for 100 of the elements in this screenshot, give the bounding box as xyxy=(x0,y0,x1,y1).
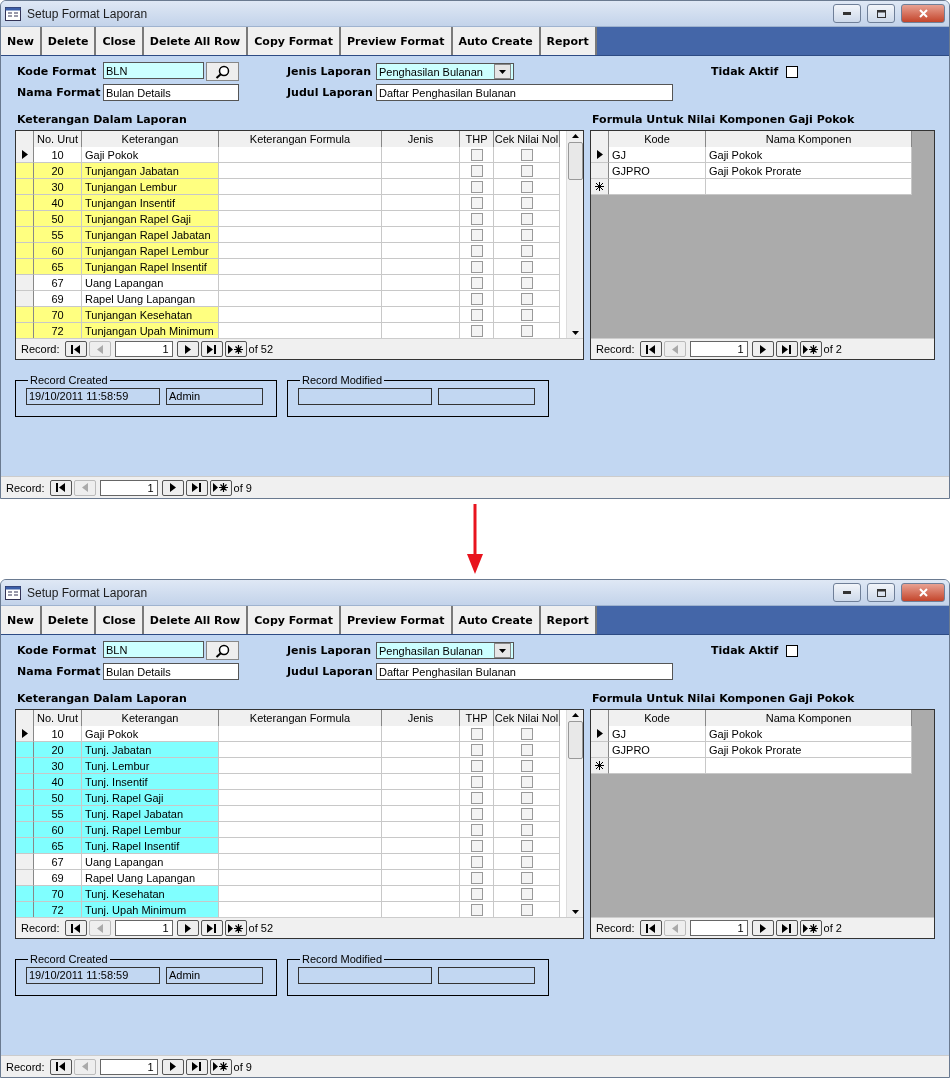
minimize-button[interactable] xyxy=(833,4,861,23)
checkbox[interactable] xyxy=(520,903,533,916)
toolbar-button[interactable]: Delete All Row xyxy=(143,606,249,634)
last-record-button[interactable] xyxy=(200,341,223,357)
record-number-field[interactable]: 1 xyxy=(99,479,158,496)
first-record-button[interactable] xyxy=(64,920,87,936)
checkbox[interactable] xyxy=(470,228,483,241)
toolbar-button[interactable]: Copy Format xyxy=(248,606,341,634)
new-record-button[interactable] xyxy=(209,1058,232,1075)
jenis-laporan-dropdown[interactable]: Penghasilan Bulanan xyxy=(376,642,514,659)
kode-format-field[interactable]: BLN xyxy=(103,641,204,658)
checkbox[interactable] xyxy=(520,276,533,289)
first-record-button[interactable] xyxy=(49,1058,72,1075)
toolbar-button[interactable]: Delete xyxy=(41,606,97,634)
checkbox[interactable] xyxy=(470,180,483,193)
close-button[interactable] xyxy=(901,583,945,602)
checkbox[interactable] xyxy=(470,871,483,884)
row-selector[interactable] xyxy=(591,179,609,195)
record-number-field[interactable]: 1 xyxy=(99,1058,158,1075)
next-record-button[interactable] xyxy=(161,479,184,496)
checkbox[interactable] xyxy=(470,260,483,273)
checkbox[interactable] xyxy=(470,807,483,820)
checkbox[interactable] xyxy=(470,903,483,916)
row-selector[interactable] xyxy=(591,147,609,163)
checkbox[interactable] xyxy=(520,871,533,884)
minimize-button[interactable] xyxy=(833,583,861,602)
judul-laporan-field[interactable]: Daftar Penghasilan Bulanan xyxy=(376,84,673,101)
record-number-field[interactable]: 1 xyxy=(689,341,748,357)
last-record-button[interactable] xyxy=(775,341,798,357)
last-record-button[interactable] xyxy=(775,920,798,936)
checkbox[interactable] xyxy=(470,148,483,161)
toolbar-button[interactable]: Auto Create xyxy=(452,606,541,634)
toolbar-button[interactable]: Report xyxy=(540,606,597,634)
last-record-button[interactable] xyxy=(185,479,208,496)
checkbox[interactable] xyxy=(520,823,533,836)
row-selector[interactable] xyxy=(591,726,609,742)
close-button[interactable] xyxy=(901,4,945,23)
checkbox[interactable] xyxy=(470,212,483,225)
maximize-button[interactable] xyxy=(867,4,895,23)
first-record-button[interactable] xyxy=(49,479,72,496)
kode-format-field[interactable]: BLN xyxy=(103,62,204,79)
scrollbar[interactable] xyxy=(566,131,583,338)
checkbox[interactable] xyxy=(520,228,533,241)
checkbox[interactable] xyxy=(520,887,533,900)
checkbox[interactable] xyxy=(470,775,483,788)
checkbox[interactable] xyxy=(520,759,533,772)
checkbox[interactable] xyxy=(520,212,533,225)
toolbar-button[interactable]: Preview Format xyxy=(340,606,453,634)
checkbox[interactable] xyxy=(520,839,533,852)
checkbox[interactable] xyxy=(786,65,798,78)
checkbox[interactable] xyxy=(520,292,533,305)
checkbox[interactable] xyxy=(470,743,483,756)
next-record-button[interactable] xyxy=(751,341,774,357)
checkbox[interactable] xyxy=(470,324,483,337)
checkbox[interactable] xyxy=(470,759,483,772)
checkbox[interactable] xyxy=(470,887,483,900)
maximize-button[interactable] xyxy=(867,583,895,602)
scroll-thumb[interactable] xyxy=(567,721,583,759)
checkbox[interactable] xyxy=(520,807,533,820)
next-record-button[interactable] xyxy=(751,920,774,936)
row-selector[interactable] xyxy=(16,147,34,163)
checkbox[interactable] xyxy=(470,292,483,305)
new-record-button[interactable] xyxy=(799,920,822,936)
checkbox[interactable] xyxy=(520,196,533,209)
toolbar-button[interactable]: Report xyxy=(540,27,597,55)
checkbox[interactable] xyxy=(470,855,483,868)
checkbox[interactable] xyxy=(786,644,798,657)
search-button[interactable] xyxy=(206,641,239,660)
row-selector[interactable] xyxy=(16,726,34,742)
toolbar-button[interactable]: Delete xyxy=(41,27,97,55)
toolbar-button[interactable]: Delete All Row xyxy=(143,27,249,55)
checkbox[interactable] xyxy=(520,260,533,273)
new-record-button[interactable] xyxy=(209,479,232,496)
checkbox[interactable] xyxy=(520,775,533,788)
checkbox[interactable] xyxy=(470,276,483,289)
toolbar-button[interactable]: Preview Format xyxy=(340,27,453,55)
nama-format-field[interactable]: Bulan Details xyxy=(103,663,239,680)
new-record-button[interactable] xyxy=(224,920,247,936)
toolbar-button[interactable]: New xyxy=(1,27,42,55)
checkbox[interactable] xyxy=(520,244,533,257)
last-record-button[interactable] xyxy=(200,920,223,936)
checkbox[interactable] xyxy=(520,164,533,177)
toolbar-button[interactable]: Auto Create xyxy=(452,27,541,55)
toolbar-button[interactable]: New xyxy=(1,606,42,634)
scrollbar[interactable] xyxy=(566,710,583,917)
checkbox[interactable] xyxy=(470,839,483,852)
next-record-button[interactable] xyxy=(176,341,199,357)
first-record-button[interactable] xyxy=(64,341,87,357)
first-record-button[interactable] xyxy=(639,341,662,357)
new-record-button[interactable] xyxy=(224,341,247,357)
checkbox[interactable] xyxy=(470,823,483,836)
checkbox[interactable] xyxy=(470,164,483,177)
checkbox[interactable] xyxy=(470,727,483,740)
record-number-field[interactable]: 1 xyxy=(114,341,173,357)
toolbar-button[interactable]: Copy Format xyxy=(248,27,341,55)
checkbox[interactable] xyxy=(520,324,533,337)
checkbox[interactable] xyxy=(470,196,483,209)
row-selector[interactable] xyxy=(591,758,609,774)
checkbox[interactable] xyxy=(470,244,483,257)
next-record-button[interactable] xyxy=(176,920,199,936)
